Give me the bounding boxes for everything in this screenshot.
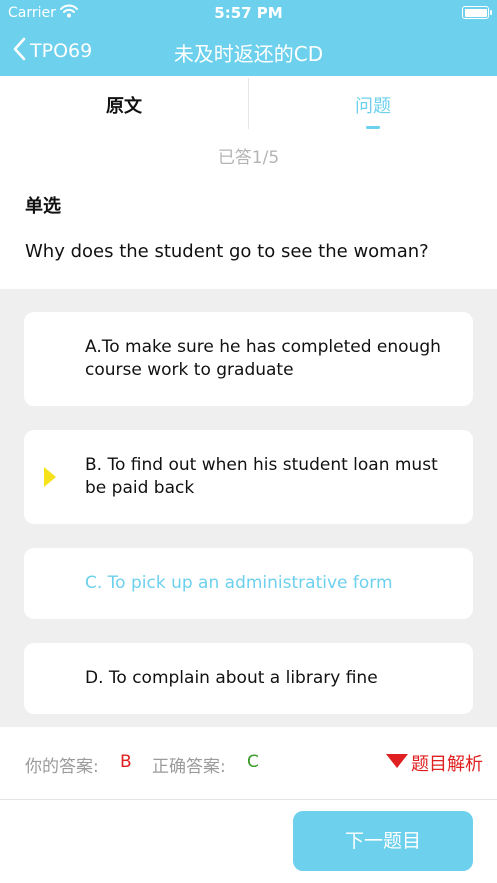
analysis-label: 题目解析 xyxy=(411,754,483,775)
answered-progress: 已答1/5 xyxy=(217,148,280,168)
option-b[interactable]: B. To find out when his student loan mus… xyxy=(24,430,473,524)
option-c-text: C. To pick up an administrative form xyxy=(85,573,393,593)
status-bar: Carrier 5:57 PM xyxy=(0,0,497,26)
answer-summary: 你的答案: B 正确答案: C 题目解析 xyxy=(0,727,497,799)
option-b-text: B. To find out when his student loan mus… xyxy=(85,455,438,498)
nav-bar: TPO69 未及时返还的CD xyxy=(0,26,497,76)
battery-icon xyxy=(462,6,492,19)
analysis-toggle[interactable]: 题目解析 xyxy=(385,750,483,776)
your-answer-label: 你的答案: xyxy=(25,757,99,777)
question-type: 单选 xyxy=(25,196,61,217)
next-question-button[interactable]: 下一题目 xyxy=(293,811,473,871)
correct-answer-label: 正确答案: xyxy=(152,757,226,777)
tab-transcript[interactable]: 原文 xyxy=(0,76,248,131)
tab-active-indicator xyxy=(366,126,380,129)
option-c[interactable]: C. To pick up an administrative form xyxy=(24,548,473,619)
page-title: 未及时返还的CD xyxy=(173,42,324,66)
status-time: 5:57 PM xyxy=(214,4,283,22)
option-a[interactable]: A.To make sure he has completed enough c… xyxy=(24,312,473,406)
tab-bar: 原文 问题 xyxy=(0,76,497,131)
option-d[interactable]: D. To complain about a library fine xyxy=(24,643,473,714)
correct-answer-value: C xyxy=(247,752,259,772)
triangle-down-icon xyxy=(385,753,409,773)
option-d-text: D. To complain about a library fine xyxy=(85,668,378,688)
tab-questions[interactable]: 问题 xyxy=(249,76,497,131)
options-list: A.To make sure he has completed enough c… xyxy=(0,289,497,727)
option-a-text: A.To make sure he has completed enough c… xyxy=(85,337,441,380)
triangle-right-icon xyxy=(44,467,56,487)
question-text: Why does the student go to see the woman… xyxy=(25,241,429,262)
footer-divider xyxy=(0,799,497,800)
your-answer-value: B xyxy=(120,752,132,772)
